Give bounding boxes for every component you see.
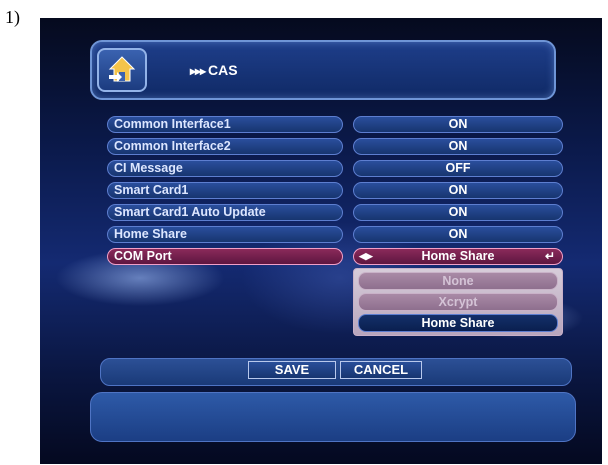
setting-value-smart-card1[interactable]: ON — [353, 182, 563, 199]
dropdown-option-xcrypt[interactable]: Xcrypt — [358, 293, 558, 311]
enter-icon: ↵ — [544, 249, 555, 263]
figure-label: 1) — [5, 7, 20, 27]
setting-label-com-port[interactable]: COM Port — [107, 248, 343, 265]
setting-label-common-interface2[interactable]: Common Interface2 — [107, 138, 343, 155]
setting-value-smart-card1-auto-update[interactable]: ON — [353, 204, 563, 221]
setting-label-common-interface1[interactable]: Common Interface1 — [107, 116, 343, 133]
save-button[interactable]: SAVE — [248, 361, 336, 379]
header-bar — [90, 40, 556, 100]
dropdown-option-home-share[interactable]: Home Share — [358, 314, 558, 332]
info-panel — [90, 392, 576, 442]
setting-value-ci-message[interactable]: OFF — [353, 160, 563, 177]
header-arrows: ▸▸▸ — [190, 64, 206, 78]
setting-label-smart-card1[interactable]: Smart Card1 — [107, 182, 343, 199]
setting-label-smart-card1-auto-update[interactable]: Smart Card1 Auto Update — [107, 204, 343, 221]
setting-value-common-interface2[interactable]: ON — [353, 138, 563, 155]
setting-value-com-port[interactable]: ◀▶ Home Share ↵ — [353, 248, 563, 265]
setting-label-home-share[interactable]: Home Share — [107, 226, 343, 243]
setting-value-home-share[interactable]: ON — [353, 226, 563, 243]
button-bar — [100, 358, 572, 386]
left-right-arrows-icon: ◀▶ — [359, 251, 373, 261]
dropdown-option-none[interactable]: None — [358, 272, 558, 290]
com-port-value: Home Share — [421, 249, 495, 263]
menu-icon-box — [97, 48, 147, 92]
setting-label-ci-message[interactable]: CI Message — [107, 160, 343, 177]
setting-value-common-interface1[interactable]: ON — [353, 116, 563, 133]
tv-screen: ▸▸▸ CAS Common Interface1 ON Common Inte… — [40, 18, 602, 464]
house-arrow-icon — [108, 56, 136, 82]
cancel-button[interactable]: CANCEL — [340, 361, 422, 379]
com-port-dropdown: None Xcrypt Home Share — [353, 268, 563, 336]
page-title: CAS — [208, 62, 238, 78]
